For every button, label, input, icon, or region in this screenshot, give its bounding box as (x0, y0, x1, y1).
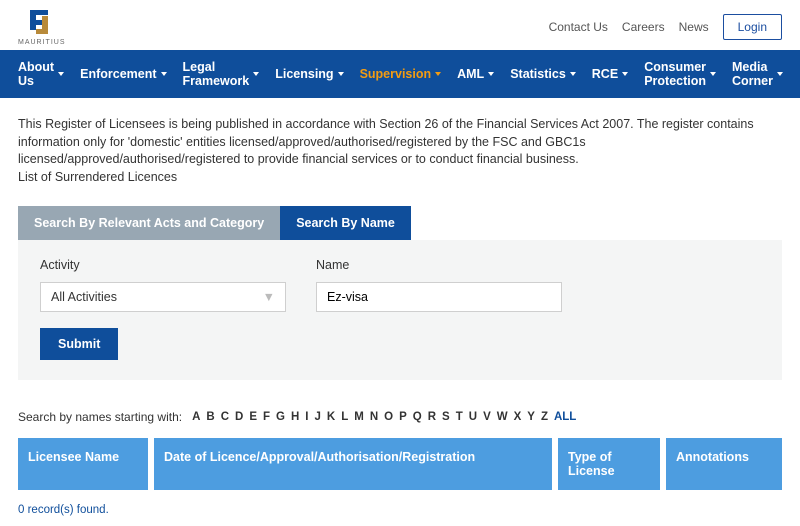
logo-subtext: MAURITIUS (18, 39, 66, 46)
main-nav: About Us Enforcement Legal Framework Lic… (0, 50, 800, 98)
tab-search-by-acts[interactable]: Search By Relevant Acts and Category (18, 206, 280, 240)
nav-consumer-protection[interactable]: Consumer Protection (636, 50, 724, 98)
intro-text: This Register of Licensees is being publ… (18, 116, 782, 186)
alpha-e[interactable]: E (249, 411, 257, 423)
alpha-n[interactable]: N (370, 411, 378, 423)
activity-label: Activity (40, 258, 286, 272)
top-bar: MAURITIUS Contact Us Careers News Login (0, 0, 800, 50)
name-input[interactable] (316, 282, 562, 312)
name-label: Name (316, 258, 562, 272)
records-found: 0 record(s) found. (18, 504, 782, 516)
alpha-d[interactable]: D (235, 411, 243, 423)
alpha-i[interactable]: I (305, 411, 308, 423)
dropdown-icon: ▼ (263, 290, 275, 304)
nav-licensing[interactable]: Licensing (267, 50, 351, 98)
alpha-all[interactable]: ALL (554, 411, 576, 423)
activity-field: Activity All Activities ▼ (40, 258, 286, 312)
alpha-t[interactable]: T (456, 411, 463, 423)
top-links: Contact Us Careers News Login (549, 14, 782, 40)
alpha-a[interactable]: A (192, 411, 200, 423)
alpha-x[interactable]: X (514, 411, 522, 423)
intro-main: This Register of Licensees is being publ… (18, 117, 754, 166)
alpha-s[interactable]: S (442, 411, 450, 423)
login-button[interactable]: Login (723, 14, 782, 40)
nav-aml[interactable]: AML (449, 50, 502, 98)
th-type[interactable]: Type of License (558, 438, 660, 490)
submit-button[interactable]: Submit (40, 328, 118, 360)
alpha-q[interactable]: Q (413, 411, 422, 423)
nav-legal-framework[interactable]: Legal Framework (175, 50, 268, 98)
chevron-down-icon (710, 72, 716, 76)
results-table-header: Licensee Name Date of Licence/Approval/A… (18, 438, 782, 490)
chevron-down-icon (435, 72, 441, 76)
alpha-f[interactable]: F (263, 411, 270, 423)
chevron-down-icon (161, 72, 167, 76)
top-link-contact[interactable]: Contact Us (549, 20, 608, 34)
nav-rce[interactable]: RCE (584, 50, 636, 98)
alpha-l[interactable]: L (341, 411, 348, 423)
alpha-label: Search by names starting with: (18, 410, 182, 424)
alpha-k[interactable]: K (327, 411, 335, 423)
alpha-r[interactable]: R (428, 411, 436, 423)
alpha-b[interactable]: B (206, 411, 214, 423)
logo[interactable]: MAURITIUS (18, 8, 66, 46)
chevron-down-icon (253, 72, 259, 76)
th-date[interactable]: Date of Licence/Approval/Authorisation/R… (154, 438, 552, 490)
alpha-g[interactable]: G (276, 411, 285, 423)
fsc-logo-icon (28, 8, 56, 38)
alpha-m[interactable]: M (354, 411, 364, 423)
nav-media-corner[interactable]: Media Corner (724, 50, 791, 98)
chevron-down-icon (622, 72, 628, 76)
search-tabs: Search By Relevant Acts and Category Sea… (18, 206, 782, 240)
alpha-v[interactable]: V (483, 411, 491, 423)
activity-select[interactable]: All Activities ▼ (40, 282, 286, 312)
chevron-down-icon (570, 72, 576, 76)
alpha-y[interactable]: Y (527, 411, 535, 423)
activity-value: All Activities (51, 290, 117, 304)
surrendered-licences-link[interactable]: List of Surrendered Licences (18, 170, 177, 184)
search-panel: Activity All Activities ▼ Name Submit (18, 240, 782, 380)
th-annotations[interactable]: Annotations (666, 438, 782, 490)
tab-search-by-name[interactable]: Search By Name (280, 206, 411, 240)
nav-about-us[interactable]: About Us (10, 50, 72, 98)
chevron-down-icon (338, 72, 344, 76)
chevron-down-icon (488, 72, 494, 76)
top-link-careers[interactable]: Careers (622, 20, 665, 34)
th-licensee-name[interactable]: Licensee Name (18, 438, 148, 490)
alpha-w[interactable]: W (497, 411, 508, 423)
chevron-down-icon (58, 72, 64, 76)
name-field: Name (316, 258, 562, 312)
alpha-z[interactable]: Z (541, 411, 548, 423)
alpha-u[interactable]: U (469, 411, 477, 423)
alpha-j[interactable]: J (315, 411, 321, 423)
content-area: This Register of Licensees is being publ… (0, 98, 800, 526)
alpha-o[interactable]: O (384, 411, 393, 423)
top-link-news[interactable]: News (679, 20, 709, 34)
alpha-c[interactable]: C (221, 411, 229, 423)
alpha-filter: Search by names starting with: A B C D E… (18, 410, 782, 424)
nav-supervision[interactable]: Supervision (352, 50, 450, 98)
nav-statistics[interactable]: Statistics (502, 50, 584, 98)
nav-enforcement[interactable]: Enforcement (72, 50, 174, 98)
chevron-down-icon (777, 72, 783, 76)
alpha-h[interactable]: H (291, 411, 299, 423)
alpha-p[interactable]: P (399, 411, 407, 423)
